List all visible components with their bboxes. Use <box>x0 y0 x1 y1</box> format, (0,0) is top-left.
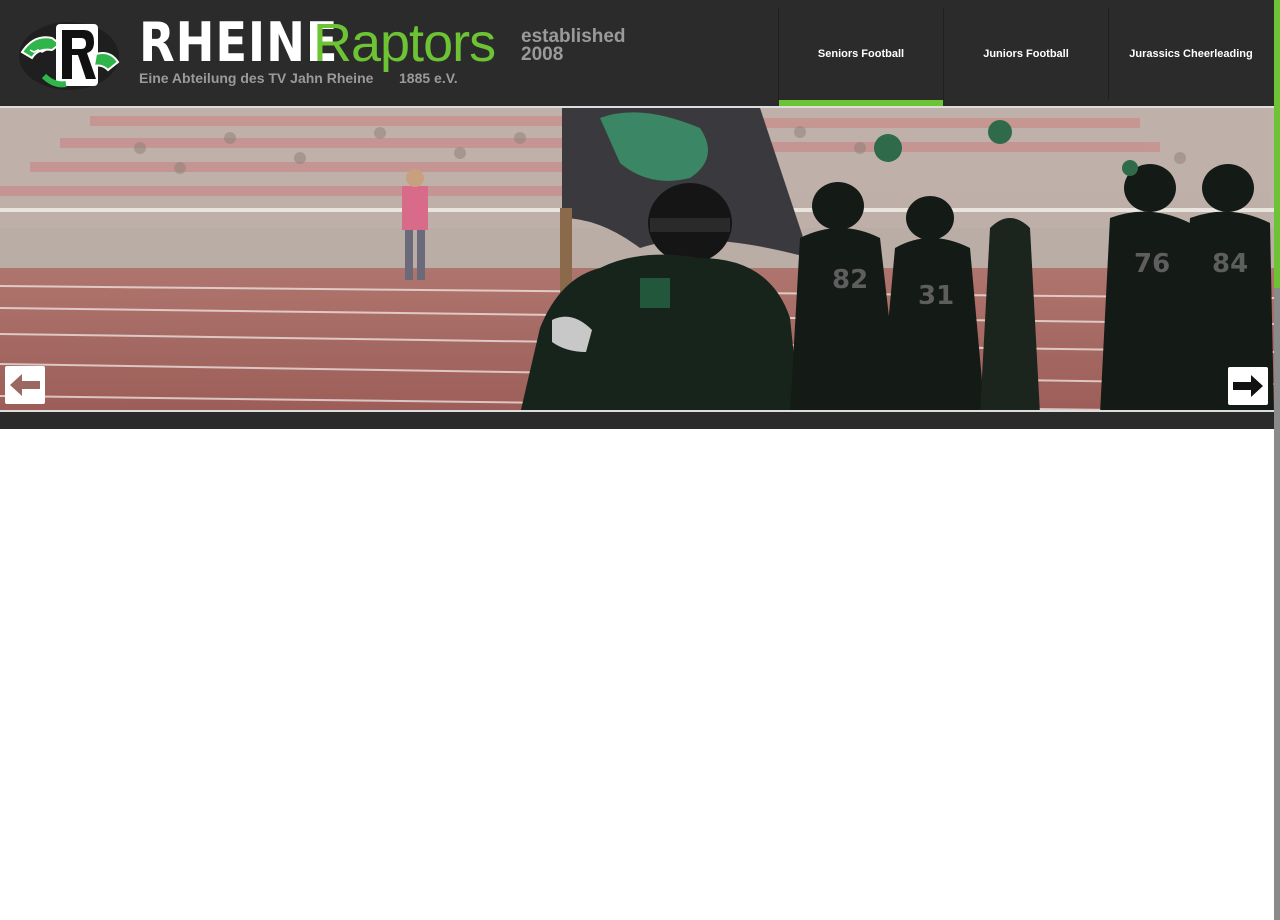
established-year: 2008 <box>521 44 564 65</box>
brand-founded: 1885 e.V. <box>399 70 458 86</box>
brand-raptors: Raptors <box>313 13 496 73</box>
hero-slider: 82 31 76 84 <box>0 106 1274 412</box>
svg-text:31: 31 <box>918 281 954 311</box>
arrow-right-icon <box>1233 375 1263 397</box>
brand-subtitle: Eine Abteilung des TV Jahn Rheine <box>139 70 374 86</box>
brand-rheine: RHEINE <box>139 11 339 74</box>
site-header: RHEINE Raptors established 2008 Eine Abt… <box>0 0 1274 108</box>
slider-next-button[interactable] <box>1228 367 1268 405</box>
scrollbar-track[interactable] <box>1274 288 1280 920</box>
nav-item-seniors-football[interactable]: Seniors Football <box>778 8 943 108</box>
nav-item-jurassics-cheerleading[interactable]: Jurassics Cheerleading <box>1108 8 1273 100</box>
slider-prev-button[interactable] <box>5 366 45 404</box>
svg-text:84: 84 <box>1212 249 1248 279</box>
svg-text:82: 82 <box>832 265 868 295</box>
hero-bottom-bar <box>0 412 1274 429</box>
main-nav: Seniors Football Juniors Football Jurass… <box>778 8 1273 108</box>
hero-image: 82 31 76 84 <box>0 108 1274 410</box>
established-badge: established 2008 <box>521 27 626 65</box>
scrollbar-track-green <box>1274 0 1280 288</box>
raptors-logo-icon[interactable] <box>14 14 124 94</box>
nav-item-juniors-football[interactable]: Juniors Football <box>943 8 1108 100</box>
arrow-left-icon <box>10 374 40 396</box>
svg-text:76: 76 <box>1134 249 1170 279</box>
